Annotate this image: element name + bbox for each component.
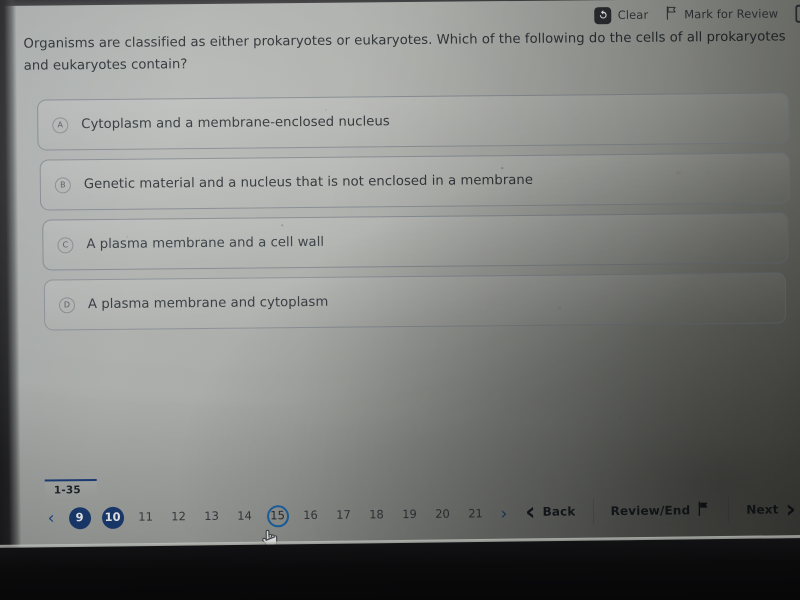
chevron-left-icon: ‹ (524, 497, 536, 527)
option-text-b: Genetic material and a nucleus that is n… (83, 172, 534, 193)
question-number-21[interactable]: 21 (459, 503, 492, 525)
exam-page: Clear Mark for Review Organisms are clas… (16, 0, 800, 548)
answer-option-d[interactable]: D A plasma membrane and cytoplasm (43, 272, 787, 331)
undo-reset-icon (594, 6, 612, 24)
question-number-strip: ‹ 9 10 11 12 13 14 15 16 17 18 19 20 21 … (39, 497, 539, 536)
question-number-18[interactable]: 18 (360, 504, 393, 526)
back-button[interactable]: ‹ Back (508, 494, 593, 529)
question-number-12[interactable]: 12 (162, 506, 195, 528)
below-screen-dark-area (0, 537, 800, 600)
mark-for-review-label: Mark for Review (684, 6, 779, 22)
photo-of-screen: Clear Mark for Review Organisms are clas… (0, 0, 800, 600)
prev-page-arrow[interactable]: ‹ (39, 508, 63, 528)
question-number-20[interactable]: 20 (426, 504, 459, 526)
flag-filled-icon (697, 501, 711, 519)
answer-options: A Cytoplasm and a membrane-enclosed nucl… (37, 92, 791, 339)
question-number-13[interactable]: 13 (195, 506, 228, 528)
next-button[interactable]: Next › (729, 492, 800, 527)
option-text-a: Cytoplasm and a membrane-enclosed nucleu… (81, 114, 390, 133)
option-letter-a: A (52, 116, 69, 133)
navigation-buttons: ‹ Back Review/End Next › (508, 492, 800, 529)
review-end-label: Review/End (610, 503, 691, 519)
option-letter-d: D (58, 296, 76, 313)
chevron-right-icon: › (785, 494, 797, 524)
question-number-11[interactable]: 11 (129, 506, 162, 528)
review-end-button[interactable]: Review/End (593, 493, 728, 528)
question-number-14[interactable]: 14 (228, 505, 261, 527)
next-label: Next (746, 502, 779, 517)
notes-edit-icon[interactable] (795, 4, 800, 23)
question-range-tab[interactable]: 1-35 (44, 479, 97, 501)
question-number-19[interactable]: 19 (393, 504, 426, 526)
option-text-d: A plasma membrane and cytoplasm (87, 294, 329, 313)
clear-label: Clear (617, 7, 649, 23)
answer-option-c[interactable]: C A plasma membrane and a cell wall (42, 212, 789, 271)
question-toolbar: Clear Mark for Review (594, 0, 800, 28)
question-number-16[interactable]: 16 (294, 505, 327, 527)
question-number-15[interactable]: 15 (261, 505, 294, 528)
clear-button[interactable]: Clear (594, 6, 649, 24)
question-number-9[interactable]: 9 (63, 507, 96, 530)
answer-option-b[interactable]: B Genetic material and a nucleus that is… (39, 152, 791, 211)
back-label: Back (542, 504, 576, 519)
option-letter-c: C (57, 236, 74, 253)
mark-for-review-button[interactable]: Mark for Review (665, 4, 778, 23)
question-number-10[interactable]: 10 (96, 506, 129, 529)
question-stem: Organisms are classified as either proka… (23, 29, 786, 74)
option-text-c: A plasma membrane and a cell wall (86, 234, 325, 253)
option-letter-b: B (54, 176, 71, 193)
bottom-navigation: 1-35 ‹ 9 10 11 12 13 14 15 16 17 18 19 2… (21, 472, 800, 538)
question-number-17[interactable]: 17 (327, 505, 360, 527)
monitor-screen: Clear Mark for Review Organisms are clas… (0, 0, 800, 558)
answer-option-a[interactable]: A Cytoplasm and a membrane-enclosed nucl… (37, 92, 790, 151)
flag-outline-icon (665, 5, 678, 23)
